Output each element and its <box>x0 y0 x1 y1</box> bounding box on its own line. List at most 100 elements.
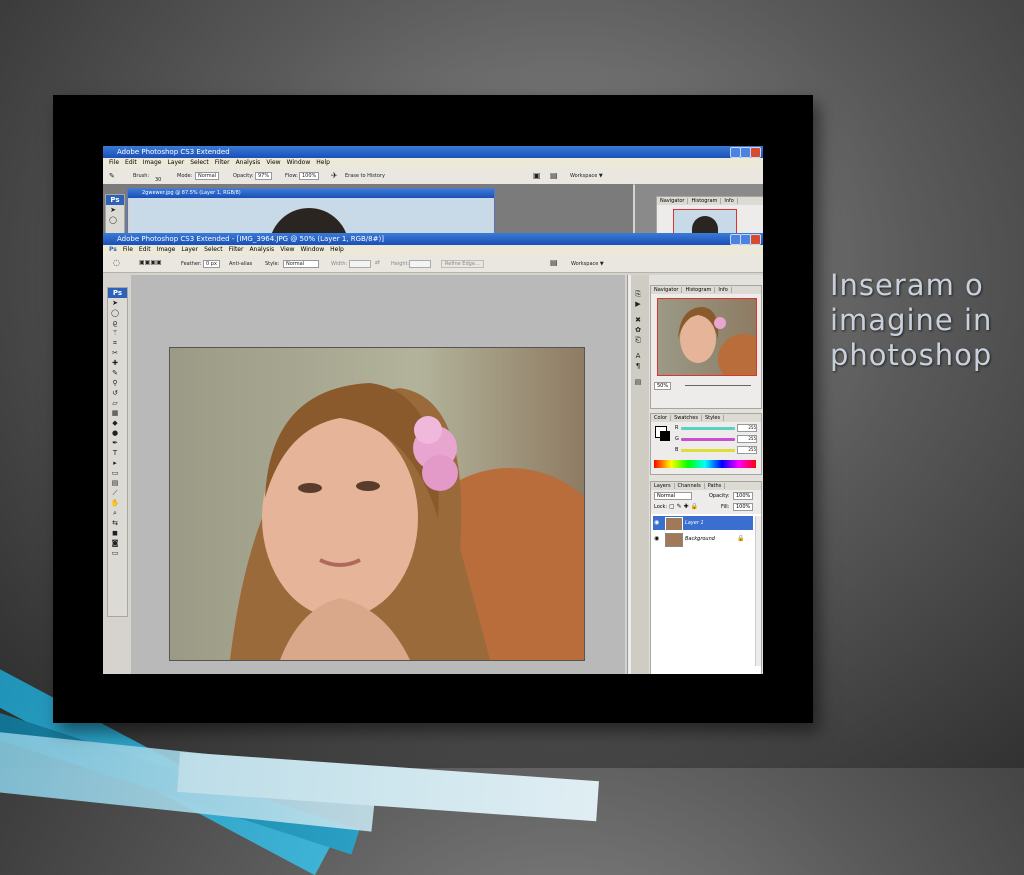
document-canvas-area[interactable] <box>131 275 634 674</box>
menu-filter[interactable]: Filter <box>229 246 244 253</box>
color-b-slider[interactable] <box>681 449 735 452</box>
height-input[interactable] <box>409 260 431 268</box>
erase-to-history-checkbox[interactable]: Erase to History <box>345 173 385 179</box>
brushes-panel-icon[interactable]: ✿ <box>631 325 645 335</box>
menu-view[interactable]: View <box>266 159 280 166</box>
fill-input[interactable]: 100% <box>733 503 754 511</box>
menu-analysis[interactable]: Analysis <box>236 159 261 166</box>
menu-edit[interactable]: Edit <box>125 159 137 166</box>
color-r-value[interactable]: 255 <box>737 424 757 432</box>
menu-layer[interactable]: Layer <box>167 159 184 166</box>
tab-histogram[interactable]: Histogram <box>688 198 722 204</box>
lasso-tool-icon[interactable]: ϱ <box>108 318 122 328</box>
menu-select[interactable]: Select <box>190 159 209 166</box>
healing-brush-icon[interactable]: ✚ <box>108 358 122 368</box>
menu-file[interactable]: File <box>109 159 119 166</box>
layer-row[interactable]: ◉ Background 🔒 <box>653 532 753 547</box>
front-window-titlebar[interactable]: Adobe Photoshop CS3 Extended - [IMG_3964… <box>103 233 763 245</box>
background-color-swatch[interactable] <box>660 431 670 441</box>
bridge-icon[interactable]: ▤ <box>550 258 558 267</box>
menu-filter[interactable]: Filter <box>215 159 230 166</box>
layer-opacity-input[interactable]: 100% <box>733 492 754 500</box>
marquee-tool-icon[interactable]: ◌ <box>113 258 120 267</box>
zoom-slider[interactable] <box>685 385 751 386</box>
back-window-titlebar[interactable]: Adobe Photoshop CS3 Extended <box>103 146 763 158</box>
brush-size[interactable]: 30 <box>155 177 161 183</box>
character-panel-icon[interactable]: A <box>631 351 645 361</box>
eyedropper-icon[interactable]: ⟋ <box>108 488 122 498</box>
actions-panel-icon[interactable]: ▶ <box>631 299 645 309</box>
tool-presets-icon[interactable]: ✖ <box>631 315 645 325</box>
brush-tool-icon[interactable]: ✎ <box>108 368 122 378</box>
tab-layers[interactable]: Layers <box>651 483 675 489</box>
tab-histogram[interactable]: Histogram <box>682 287 716 293</box>
color-ramp[interactable] <box>654 460 756 468</box>
tab-info[interactable]: Info <box>721 198 738 204</box>
navigator-preview[interactable] <box>657 298 757 376</box>
pen-tool-icon[interactable]: ✒ <box>108 438 122 448</box>
workspace-menu[interactable]: Workspace ▼ <box>571 261 604 267</box>
tab-channels[interactable]: Channels <box>674 483 705 489</box>
menu-window[interactable]: Window <box>287 159 311 166</box>
menu-layer[interactable]: Layer <box>181 246 198 253</box>
width-input[interactable] <box>349 260 371 268</box>
menu-window[interactable]: Window <box>300 246 324 253</box>
menu-select[interactable]: Select <box>204 246 223 253</box>
workspace-menu[interactable]: Workspace ▼ <box>570 173 603 179</box>
flow-input[interactable]: 100% <box>299 172 320 180</box>
layers-scrollbar[interactable] <box>755 516 761 666</box>
tab-swatches[interactable]: Swatches <box>671 415 702 421</box>
path-selection-icon[interactable]: ▸ <box>108 458 122 468</box>
eye-icon[interactable]: ◉ <box>654 516 659 530</box>
slice-tool-icon[interactable]: ✂ <box>108 348 122 358</box>
gradient-tool-icon[interactable]: ▦ <box>108 408 122 418</box>
clone-stamp-icon[interactable]: ⚲ <box>108 378 122 388</box>
notes-tool-icon[interactable]: ▤ <box>108 478 122 488</box>
palette-well-icon[interactable]: ▣ <box>533 171 541 180</box>
zoom-tool-icon[interactable]: ⌕ <box>108 508 122 518</box>
bridge-icon[interactable]: ▤ <box>550 171 558 180</box>
mode-select[interactable]: Normal <box>195 172 220 180</box>
menu-file[interactable]: File <box>123 246 133 253</box>
tab-paths[interactable]: Paths <box>704 483 726 489</box>
navigator-zoom-input[interactable]: 50% <box>654 382 672 390</box>
refine-edge-button[interactable]: Refine Edge... <box>441 260 484 268</box>
tab-navigator[interactable]: Navigator <box>657 198 689 204</box>
marquee-tool-icon[interactable]: ◯ <box>108 308 122 318</box>
shape-tool-icon[interactable]: ▭ <box>108 468 122 478</box>
crop-tool-icon[interactable]: ⌗ <box>108 338 122 348</box>
hand-tool-icon[interactable]: ✋ <box>108 498 122 508</box>
feather-input[interactable]: 0 px <box>203 260 220 268</box>
blur-tool-icon[interactable]: ◆ <box>108 418 122 428</box>
layer-row[interactable]: ◉ Layer 1 <box>653 516 753 531</box>
color-r-slider[interactable] <box>681 427 735 430</box>
move-tool-icon[interactable]: ➤ <box>108 298 122 308</box>
swap-icon[interactable]: ⇄ <box>375 259 380 266</box>
screen-mode-icon[interactable]: ▭ <box>108 548 122 558</box>
tab-info[interactable]: Info <box>715 287 732 293</box>
menu-image[interactable]: Image <box>143 159 162 166</box>
anti-alias-checkbox[interactable]: Anti-alias <box>229 261 252 267</box>
text-tool-icon[interactable]: T <box>108 448 122 458</box>
blend-mode-select[interactable]: Normal <box>654 492 693 500</box>
portrait-photo[interactable] <box>169 347 585 661</box>
layer-comps-icon[interactable]: ▤ <box>631 377 645 387</box>
lock-options-icon[interactable]: ▢ ✎ ✚ 🔒 <box>669 503 698 510</box>
clone-source-icon[interactable]: ⎗ <box>631 335 645 345</box>
menu-image[interactable]: Image <box>157 246 176 253</box>
selection-mode-icons[interactable]: ▣▣▣▣ <box>139 259 162 266</box>
back-navigator-preview[interactable] <box>673 209 737 236</box>
paragraph-panel-icon[interactable]: ¶ <box>631 361 645 371</box>
tab-navigator[interactable]: Navigator <box>651 287 683 293</box>
close-icon[interactable] <box>750 234 761 245</box>
style-select[interactable]: Normal <box>283 260 320 268</box>
lasso-tool-icon[interactable]: ◯ <box>106 215 120 225</box>
color-swatches-icon[interactable]: ◼ <box>108 528 122 538</box>
menu-analysis[interactable]: Analysis <box>249 246 274 253</box>
eraser-tool-icon[interactable]: ✎ <box>109 172 115 180</box>
color-g-slider[interactable] <box>681 438 735 441</box>
menu-help[interactable]: Help <box>330 246 344 253</box>
tab-color[interactable]: Color <box>651 415 672 421</box>
magic-wand-icon[interactable]: ⚚ <box>108 328 122 338</box>
menu-help[interactable]: Help <box>316 159 330 166</box>
